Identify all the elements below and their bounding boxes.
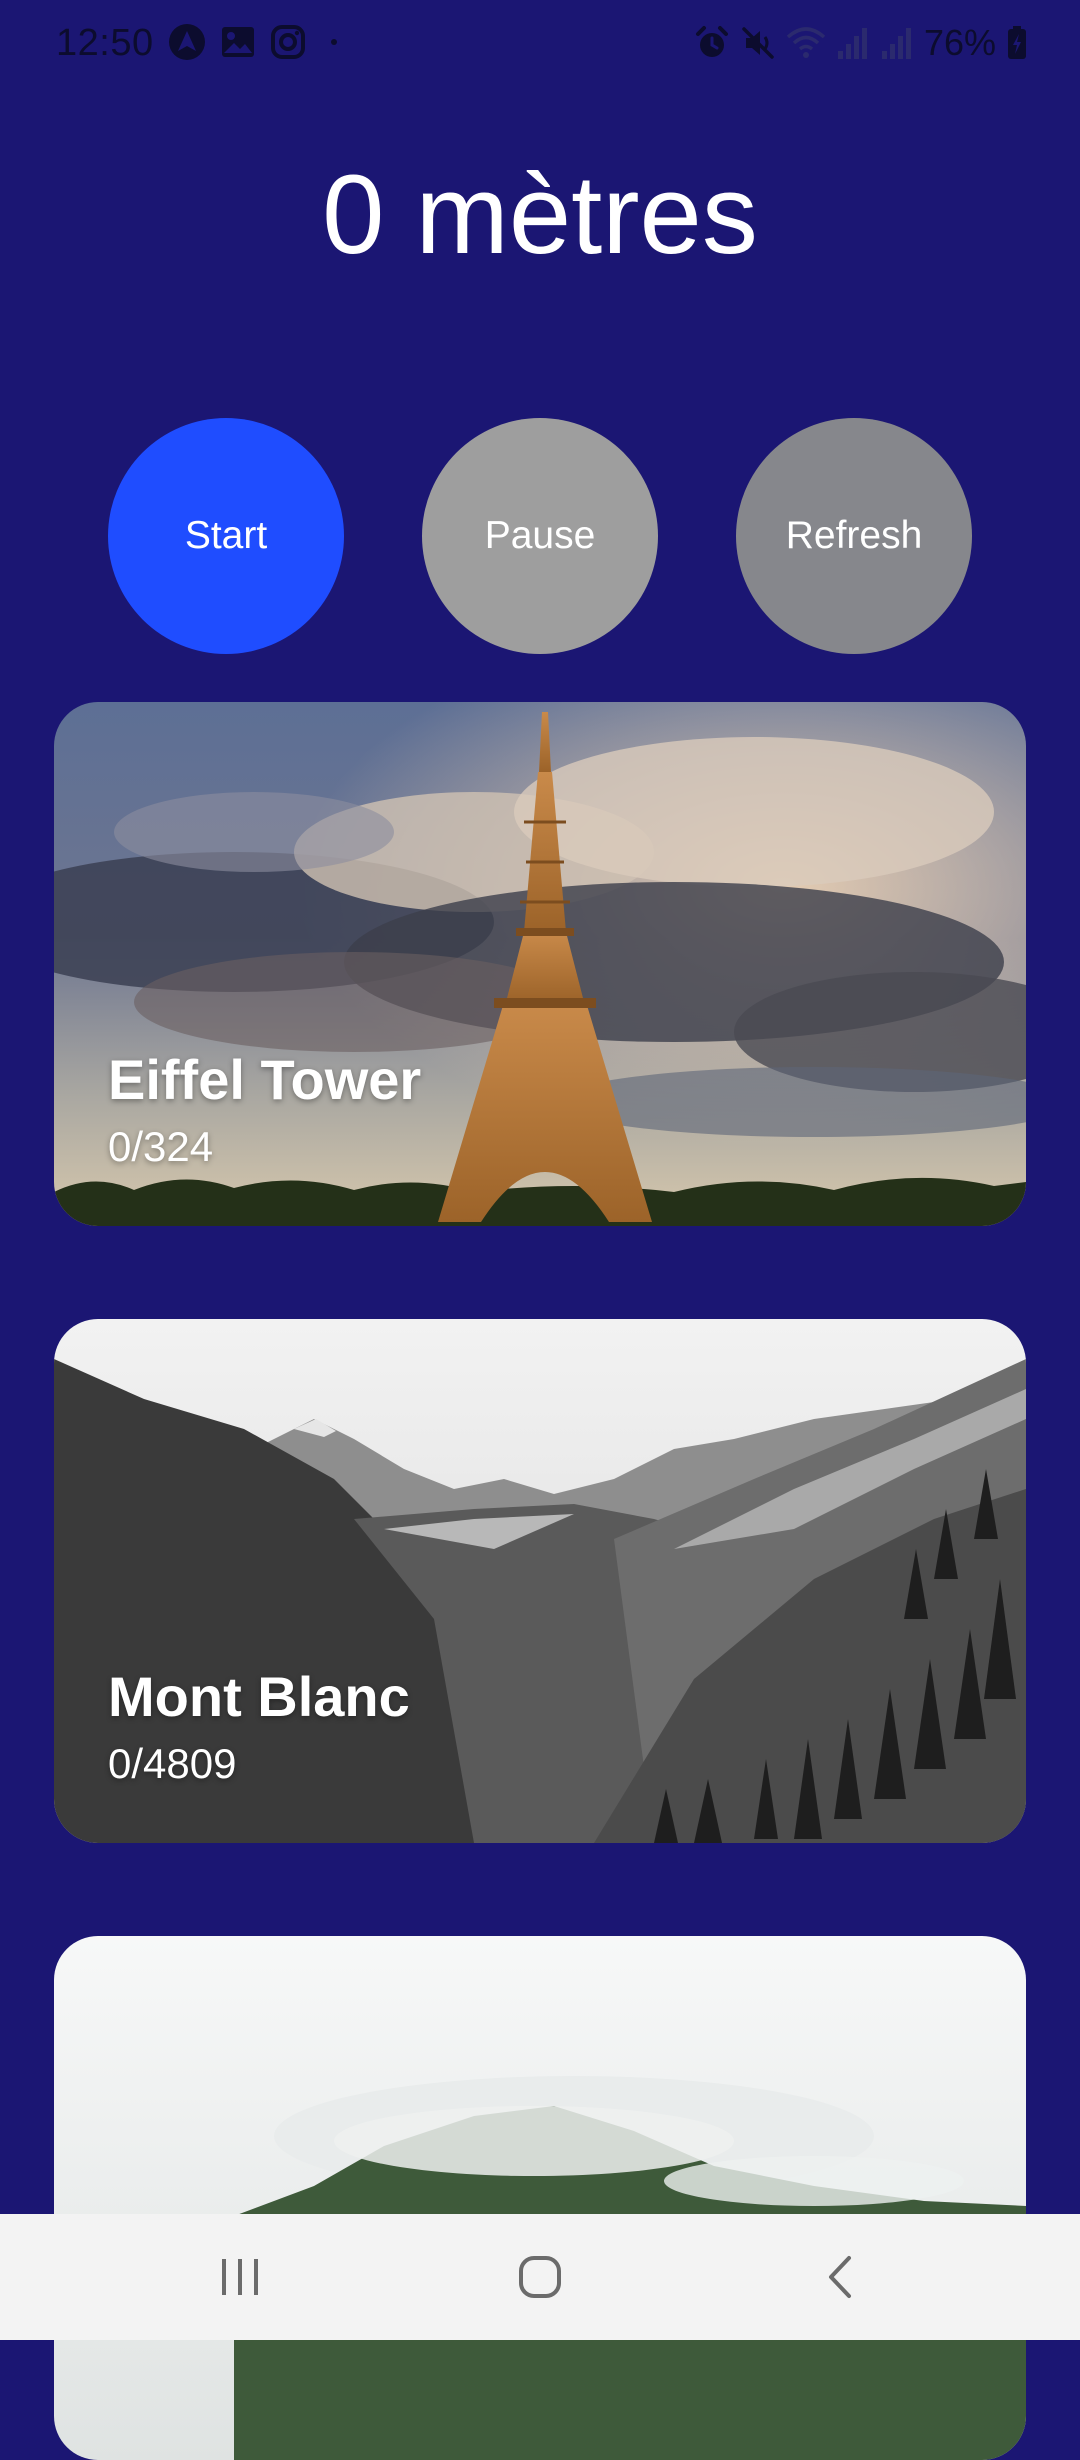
status-time: 12:50 — [56, 22, 154, 64]
refresh-button[interactable]: Refresh — [736, 418, 972, 654]
landmark-card-mont-blanc[interactable]: Mont Blanc 0/4809 — [54, 1319, 1026, 1843]
alarm-icon — [695, 26, 728, 57]
battery-percent: 76% — [923, 22, 996, 63]
landmark-card-third[interactable] — [54, 1936, 1026, 2460]
landmark-progress: 0/324 — [108, 1123, 214, 1170]
home-icon — [519, 2256, 561, 2298]
navigation-bar — [0, 2214, 1080, 2340]
battery-charging-icon — [1008, 26, 1026, 59]
signal-icon — [881, 28, 911, 59]
recent-apps-button[interactable] — [180, 2227, 300, 2327]
status-left-icons — [168, 22, 340, 62]
start-button[interactable]: Start — [108, 418, 344, 654]
back-icon — [829, 2256, 851, 2298]
wifi-icon — [786, 27, 826, 58]
landmark-progress: 0/4809 — [108, 1740, 237, 1787]
notification-dot-icon — [331, 39, 337, 45]
gallery-icon — [222, 27, 254, 57]
misty-mountain-image — [54, 1936, 1026, 2460]
status-right-icons: 76% — [694, 20, 1028, 66]
landmark-card-eiffel-tower[interactable]: Eiffel Tower 0/324 — [54, 702, 1026, 1226]
mute-icon — [742, 27, 774, 59]
landmark-name: Eiffel Tower — [108, 1048, 422, 1111]
back-button[interactable] — [780, 2227, 900, 2327]
instagram-icon — [271, 25, 305, 59]
pause-button[interactable]: Pause — [422, 418, 658, 654]
landmark-name: Mont Blanc — [108, 1665, 410, 1728]
signal-icon — [837, 28, 867, 59]
recent-apps-icon — [222, 2259, 258, 2295]
android-auto-icon — [169, 24, 205, 60]
status-bar: 12:50 76% — [0, 0, 1080, 86]
distance-counter: 0 mètres — [322, 152, 758, 277]
home-button[interactable] — [480, 2227, 600, 2327]
